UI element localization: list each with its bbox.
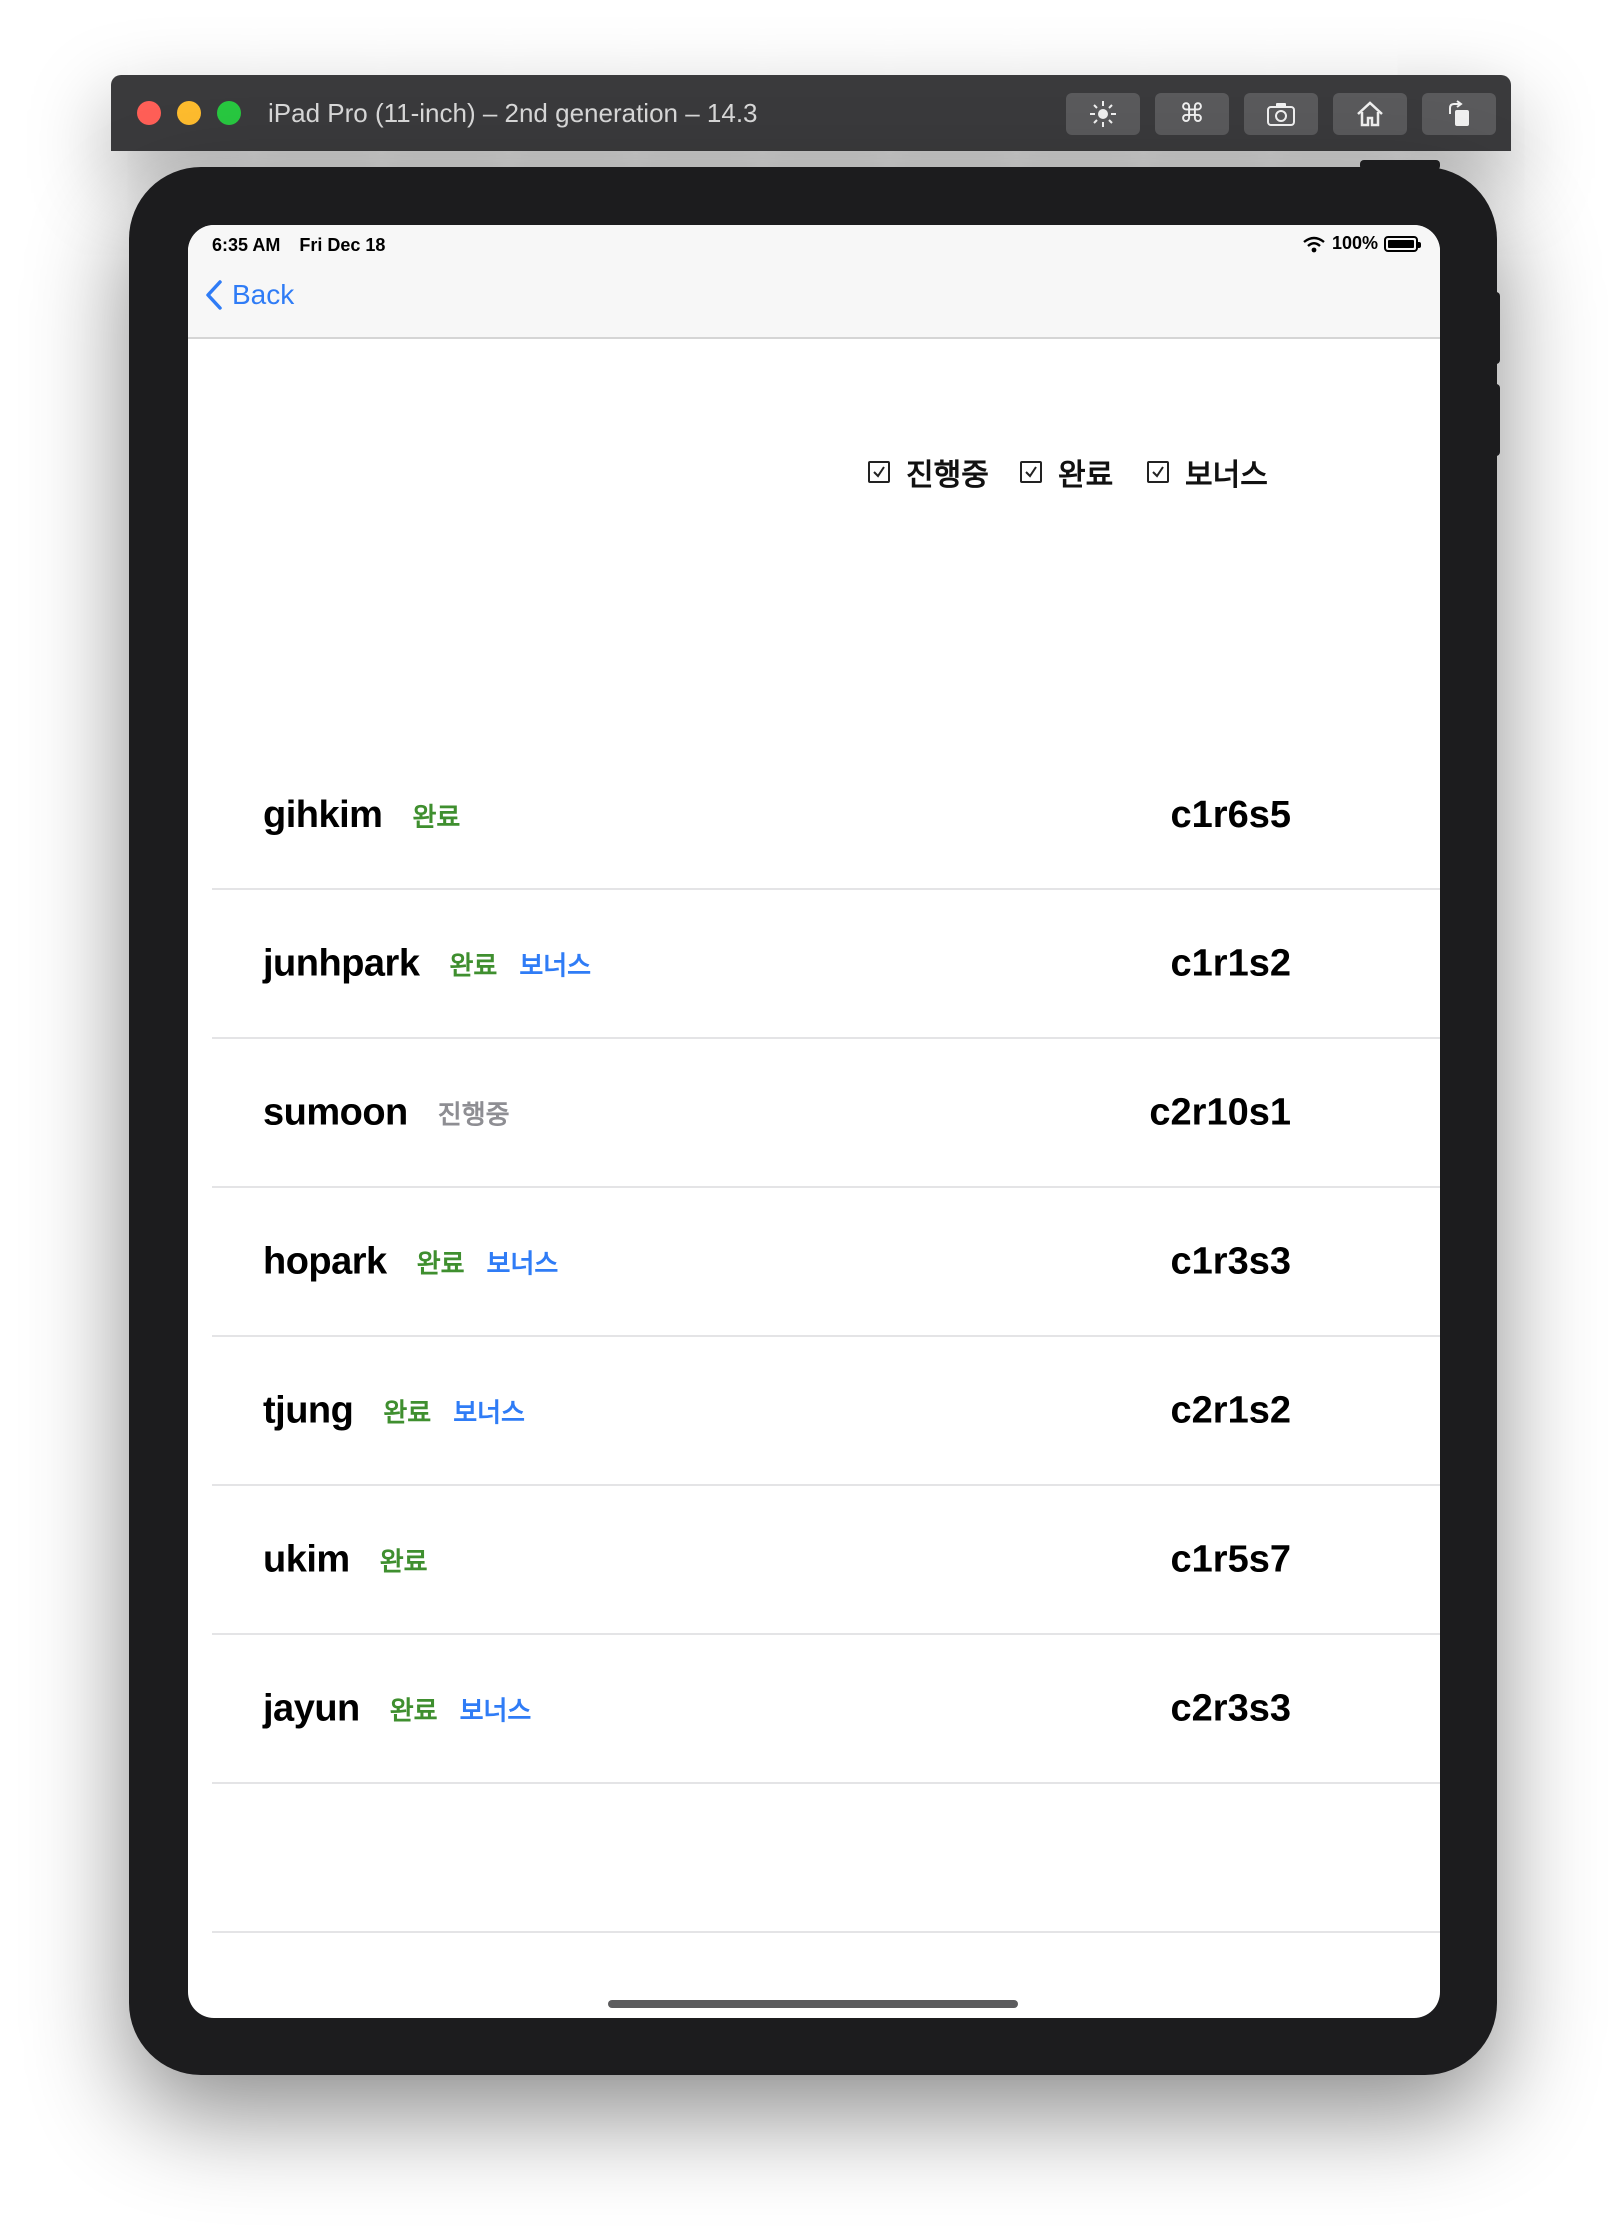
status-badge-bonus: 보너스 [453, 1397, 525, 1427]
filter-done-label: 완료 [1058, 459, 1114, 492]
filter-bonus-label: 보너스 [1185, 459, 1268, 492]
project-code: c1r6s5 [1170, 794, 1291, 836]
status-bar: 6:35 AM Fri Dec 18 100% [188, 225, 1440, 265]
simulator-titlebar: iPad Pro (11-inch) – 2nd generation – 14… [111, 75, 1511, 151]
battery-icon [1384, 235, 1421, 252]
status-left: 6:35 AM Fri Dec 18 [212, 235, 399, 256]
user-login: junhpark [263, 942, 420, 984]
list-item[interactable]: gihkim 완료 c1r6s5 [212, 750, 1440, 890]
status-badge-bonus: 보너스 [486, 1248, 559, 1278]
navigation-bar: Back [188, 265, 1440, 339]
wifi-icon [1303, 236, 1325, 252]
list-item[interactable]: hopark 완료 보너스 c1r3s3 [212, 1188, 1440, 1337]
home-indicator[interactable] [608, 2000, 1018, 2008]
status-badge-done: 완료 [383, 1397, 432, 1427]
rotate-button[interactable] [1422, 93, 1496, 135]
status-badge-done: 완료 [412, 802, 461, 832]
filter-bonus[interactable]: 보너스 [1147, 450, 1268, 494]
chevron-left-icon [206, 280, 222, 310]
minimize-window-button[interactable] [177, 101, 201, 125]
project-code: c1r1s2 [1170, 942, 1291, 984]
project-code: c1r3s3 [1170, 1240, 1291, 1282]
command-icon: ⌘ [1179, 99, 1205, 129]
ipad-screen: 6:35 AM Fri Dec 18 100% Back 진행중 완료 보너스 … [188, 225, 1440, 2018]
project-code: c2r10s1 [1149, 1091, 1291, 1133]
status-date: Fri Dec 18 [299, 235, 386, 255]
volume-up-button [1490, 292, 1500, 364]
checkbox-checked-icon[interactable] [1147, 461, 1169, 483]
rotate-icon [1449, 100, 1469, 126]
status-time: 6:35 AM [212, 235, 281, 255]
volume-down-button [1490, 384, 1500, 456]
screenshot-button[interactable] [1244, 93, 1318, 135]
checkbox-checked-icon[interactable] [868, 461, 890, 483]
list-item[interactable]: ukim 완료 c1r5s7 [212, 1486, 1440, 1635]
project-code: c1r5s7 [1170, 1538, 1291, 1580]
empty-row [212, 1784, 1440, 1933]
filter-in-progress[interactable]: 진행중 [868, 450, 989, 494]
project-code: c2r1s2 [1170, 1389, 1291, 1431]
status-right: 100% [1302, 233, 1421, 254]
battery-percentage: 100% [1331, 233, 1378, 253]
status-badge-done: 완료 [416, 1248, 465, 1278]
status-badge-in-progress: 진행중 [437, 1099, 510, 1129]
evaluation-list: gihkim 완료 c1r6s5 junhpark 완료 보너스 c1r1s2 … [212, 750, 1440, 2018]
user-login: gihkim [263, 794, 383, 836]
user-login: ukim [263, 1538, 350, 1580]
filter-done[interactable]: 완료 [1020, 450, 1113, 494]
list-item[interactable]: tjung 완료 보너스 c2r1s2 [212, 1337, 1440, 1486]
home-icon [1357, 101, 1383, 127]
project-code: c2r3s3 [1170, 1687, 1291, 1729]
status-badge-done: 완료 [379, 1546, 428, 1576]
home-button[interactable] [1333, 93, 1407, 135]
screenshot-icon [1267, 103, 1295, 126]
back-button[interactable]: Back [204, 279, 294, 311]
user-login: hopark [263, 1240, 387, 1282]
simulator-stage: iPad Pro (11-inch) – 2nd generation – 14… [0, 0, 1622, 2232]
back-button-label: Back [232, 279, 295, 310]
checkbox-checked-icon[interactable] [1020, 461, 1042, 483]
list-item[interactable]: jayun 완료 보너스 c2r3s3 [212, 1635, 1440, 1784]
status-badge-done: 완료 [389, 1695, 438, 1725]
window-title: iPad Pro (11-inch) – 2nd generation – 14… [268, 98, 758, 128]
close-window-button[interactable] [137, 101, 161, 125]
status-badge-bonus: 보너스 [459, 1695, 532, 1725]
user-login: tjung [263, 1389, 354, 1431]
brightness-button[interactable] [1066, 93, 1140, 135]
brightness-icon [1090, 101, 1116, 127]
filter-bar: 진행중 완료 보너스 [188, 450, 1440, 500]
zoom-window-button[interactable] [217, 101, 241, 125]
status-badge-bonus: 보너스 [519, 950, 592, 980]
user-login: jayun [263, 1687, 360, 1729]
filter-in-progress-label: 진행중 [906, 459, 989, 492]
status-badge-done: 완료 [449, 950, 498, 980]
list-item[interactable]: sumoon 진행중 c2r10s1 [212, 1039, 1440, 1188]
user-login: sumoon [263, 1091, 408, 1133]
list-item[interactable]: junhpark 완료 보너스 c1r1s2 [212, 890, 1440, 1039]
top-button [1360, 160, 1440, 170]
command-button[interactable]: ⌘ [1155, 93, 1229, 135]
